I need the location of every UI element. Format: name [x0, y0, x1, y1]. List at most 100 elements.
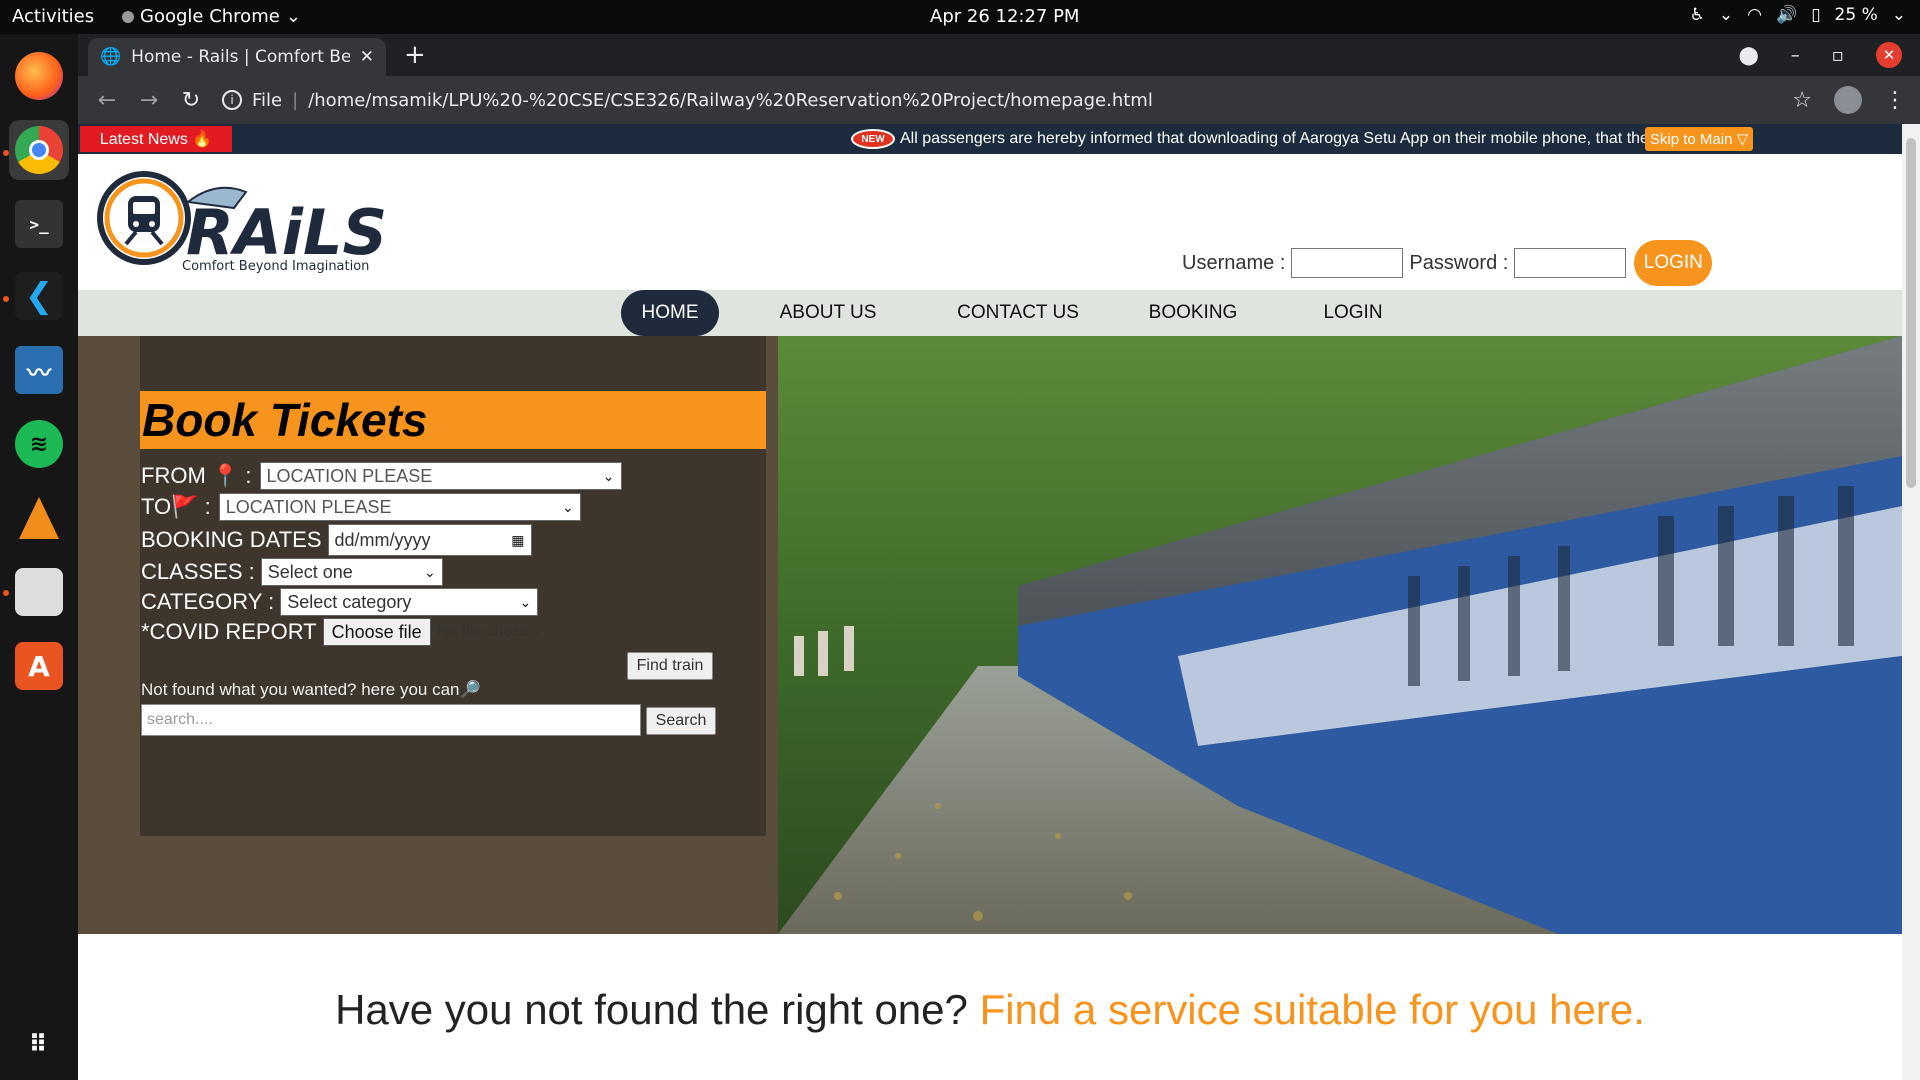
battery-icon: ▯ [1811, 5, 1821, 25]
new-tab-button[interactable]: + [404, 40, 426, 70]
forward-button[interactable]: → [136, 88, 162, 113]
nav-booking[interactable]: BOOKING [1138, 290, 1248, 336]
tab-search-icon[interactable]: ⬤ [1739, 45, 1759, 66]
nav-contact-us[interactable]: CONTACT US [948, 290, 1088, 336]
dock-spotify[interactable]: ≋ [9, 414, 69, 474]
skip-to-main-button[interactable]: Skip to Main ▽ [1645, 127, 1753, 151]
classes-label: CLASSES : [141, 559, 255, 584]
category-select[interactable]: Select category ⌄ [280, 588, 539, 616]
globe-icon: 🌐 [100, 47, 122, 67]
app-menu[interactable]: Google Chrome ⌄ [122, 6, 301, 27]
category-label: CATEGORY : [141, 589, 275, 614]
scrollbar-thumb[interactable] [1906, 138, 1916, 488]
calendar-icon[interactable]: ▦ [511, 532, 524, 549]
maximize-button[interactable]: ▫ [1832, 45, 1844, 66]
info-icon[interactable]: i [222, 90, 242, 110]
dock-system-monitor[interactable]: 〰 [9, 340, 69, 400]
latest-news-label: Latest News 🔥 [80, 126, 232, 152]
wifi-icon: ◠ [1747, 5, 1763, 25]
hero-banner: Book Tickets FROM 📍 : LOCATION PLEASE ⌄ … [78, 336, 1902, 934]
dock-terminal[interactable]: >_ [9, 194, 69, 254]
clock[interactable]: Apr 26 12:27 PM [930, 6, 1079, 27]
dock-files[interactable] [9, 562, 69, 622]
chevron-down-icon: ⌄ [562, 498, 574, 515]
menu-kebab-icon[interactable]: ⋮ [1884, 88, 1906, 113]
category-select-value: Select category [287, 591, 412, 612]
no-file-chosen-text: No file chosen [436, 623, 539, 640]
covid-row: *COVID REPORT Choose file No file chosen [141, 618, 538, 646]
search-input[interactable]: search.... [141, 704, 641, 736]
password-label: Password : [1409, 251, 1509, 274]
heading-dark-text: Have you not found the right one? [335, 986, 968, 1033]
close-window-button[interactable]: ✕ [1876, 42, 1902, 68]
main-nav: HOME ABOUT US CONTACT US BOOKING LOGIN [78, 290, 1902, 336]
chevron-down-icon: ⌄ [423, 563, 436, 580]
activities-button[interactable]: Activities [12, 6, 94, 27]
heading-accent-text: Find a service suitable for you here. [979, 986, 1645, 1033]
tab-strip: 🌐 Home - Rails | Comfort Be ✕ + ⬤ – ▫ ✕ [78, 34, 1920, 76]
dock-show-apps[interactable]: ⠿ [9, 1014, 69, 1074]
dock-chrome[interactable] [9, 120, 69, 180]
dock-vlc[interactable] [9, 488, 69, 548]
to-select-value: LOCATION PLEASE [225, 496, 392, 517]
system-tray[interactable]: ♿ ⌄ ◠ 🔊 ▯ 25 % ⌄ [1690, 5, 1906, 25]
bookmark-star-icon[interactable]: ☆ [1792, 88, 1812, 113]
username-input[interactable] [1291, 248, 1404, 278]
date-placeholder: dd/mm/yyyy [334, 529, 431, 550]
dock-vscode[interactable]: ❮ [9, 266, 69, 326]
classes-select[interactable]: Select one ⌄ [260, 558, 443, 586]
news-ticker: Latest News 🔥 NEW All passengers are her… [78, 124, 1902, 154]
chevron-down-icon: ⌄ [602, 467, 615, 484]
dock: >_ ❮ 〰 ≋ A ⠿ [0, 34, 78, 1080]
search-button[interactable]: Search [646, 707, 716, 735]
close-tab-icon[interactable]: ✕ [360, 47, 374, 67]
profile-avatar[interactable] [1834, 86, 1862, 114]
find-train-button[interactable]: Find train [627, 652, 713, 680]
chevron-down-icon: ⌄ [1718, 5, 1734, 25]
to-select[interactable]: LOCATION PLEASE ⌄ [218, 493, 581, 521]
dock-software-center[interactable]: A [9, 636, 69, 696]
rails-logo[interactable]: RAiLS Comfort Beyond Imagination [96, 162, 406, 274]
logo-tagline: Comfort Beyond Imagination [182, 259, 369, 274]
address-bar[interactable]: i File | /home/msamik/LPU%20-%20CSE/CSE3… [222, 82, 1862, 118]
browser-toolbar: ← → ↻ i File | /home/msamik/LPU%20-%20CS… [78, 76, 1920, 124]
dates-row: BOOKING DATES dd/mm/yyyy ▦ [141, 524, 532, 556]
covid-report-label: *COVID REPORT [141, 619, 317, 644]
nav-login[interactable]: LOGIN [1308, 290, 1398, 336]
dock-firefox[interactable] [9, 46, 69, 106]
files-icon [15, 568, 63, 616]
show-apps-icon: ⠿ [28, 1030, 50, 1058]
system-top-bar: Activities Google Chrome ⌄ Apr 26 12:27 … [0, 0, 1920, 34]
firefox-icon [15, 52, 63, 100]
minimize-button[interactable]: – [1791, 45, 1800, 66]
from-select[interactable]: LOCATION PLEASE ⌄ [259, 462, 622, 490]
choose-file-button[interactable]: Choose file [322, 618, 431, 646]
tab-title: Home - Rails | Comfort Be [131, 47, 350, 67]
site-header: RAiLS Comfort Beyond Imagination Usernam… [78, 154, 1902, 290]
booking-date-input[interactable]: dd/mm/yyyy ▦ [327, 524, 532, 556]
reload-button[interactable]: ↻ [178, 88, 204, 113]
back-button[interactable]: ← [94, 88, 120, 113]
url-scheme: File [252, 89, 283, 111]
window-controls: ⬤ – ▫ ✕ [1739, 42, 1902, 68]
password-input[interactable] [1514, 248, 1627, 278]
browser-chrome: 🌐 Home - Rails | Comfort Be ✕ + ⬤ – ▫ ✕ … [78, 34, 1920, 124]
chevron-down-icon: ⌄ [519, 593, 532, 610]
nav-home[interactable]: HOME [621, 290, 719, 336]
system-monitor-icon: 〰 [15, 346, 63, 394]
vscode-icon: ❮ [15, 272, 63, 320]
software-center-icon: A [15, 642, 63, 690]
nav-about-us[interactable]: ABOUT US [768, 290, 888, 336]
app-name: Google Chrome [140, 6, 280, 27]
page-viewport: Latest News 🔥 NEW All passengers are her… [78, 124, 1902, 1080]
news-marquee-text: All passengers are hereby informed that … [900, 130, 1649, 147]
header-login-button[interactable]: LOGIN [1634, 240, 1713, 286]
from-label: FROM 📍 : [141, 463, 252, 488]
volume-icon: 🔊 [1776, 5, 1798, 25]
chrome-icon [15, 126, 63, 174]
accessibility-icon[interactable]: ♿ [1690, 5, 1705, 25]
url-text[interactable]: /home/msamik/LPU%20-%20CSE/CSE326/Railwa… [308, 90, 1153, 111]
browser-tab[interactable]: 🌐 Home - Rails | Comfort Be ✕ [88, 38, 386, 76]
page-scrollbar[interactable] [1902, 124, 1920, 1080]
services-heading: Have you not found the right one? Find a… [78, 986, 1902, 1034]
